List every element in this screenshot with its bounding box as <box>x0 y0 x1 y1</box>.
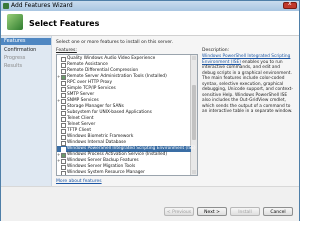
wizard-footer: < Previous Next > Install Cancel <box>1 186 299 221</box>
wizard-app-icon <box>3 3 9 9</box>
close-button[interactable] <box>283 0 297 9</box>
expand-icon[interactable]: + <box>57 99 60 103</box>
expand-icon[interactable]: + <box>57 159 60 163</box>
scroll-thumb[interactable] <box>192 85 196 140</box>
scroll-down-icon[interactable] <box>192 170 196 174</box>
nav-item-results: Results <box>4 63 23 69</box>
features-list[interactable]: Quality Windows Audio Video Experience Re… <box>56 54 198 176</box>
features-label: Features: <box>56 48 77 53</box>
more-about-features-link[interactable]: More about features <box>56 179 102 184</box>
wizard-window: Add Features Wizard Select Features Feat… <box>0 0 300 221</box>
scroll-up-icon[interactable] <box>192 56 196 60</box>
page-title: Select Features <box>29 19 100 28</box>
feature-checkbox[interactable] <box>61 171 66 175</box>
feature-label: Windows System Resource Manager <box>67 170 145 175</box>
expand-icon[interactable]: + <box>57 153 60 157</box>
main-panel: Select one or more features to install o… <box>52 36 299 186</box>
description-label: Description: <box>202 48 230 53</box>
features-icon <box>7 14 23 30</box>
wizard-header: Select Features <box>1 11 299 36</box>
nav-item-confirmation[interactable]: Confirmation <box>4 47 36 53</box>
title-bar[interactable]: Add Features Wizard <box>1 0 299 11</box>
features-scrollbar[interactable] <box>190 55 197 175</box>
cancel-button[interactable]: Cancel <box>263 207 293 216</box>
description-text: Windows PowerShell Integrated Scripting … <box>202 54 294 115</box>
install-button[interactable]: Install <box>230 207 260 216</box>
wizard-nav: Features Confirmation Progress Results <box>1 36 52 186</box>
window-title: Add Features Wizard <box>11 2 73 9</box>
intro-text: Select one or more features to install o… <box>56 40 174 45</box>
expand-icon[interactable]: + <box>57 75 60 79</box>
nav-item-progress: Progress <box>4 55 26 61</box>
previous-button[interactable]: < Previous <box>164 207 194 216</box>
feature-row[interactable]: Windows System Resource Manager <box>57 170 191 175</box>
description-body: enables you to run interactive commands,… <box>202 59 293 115</box>
next-button[interactable]: Next > <box>197 207 227 216</box>
nav-item-features[interactable]: Features <box>1 38 51 45</box>
